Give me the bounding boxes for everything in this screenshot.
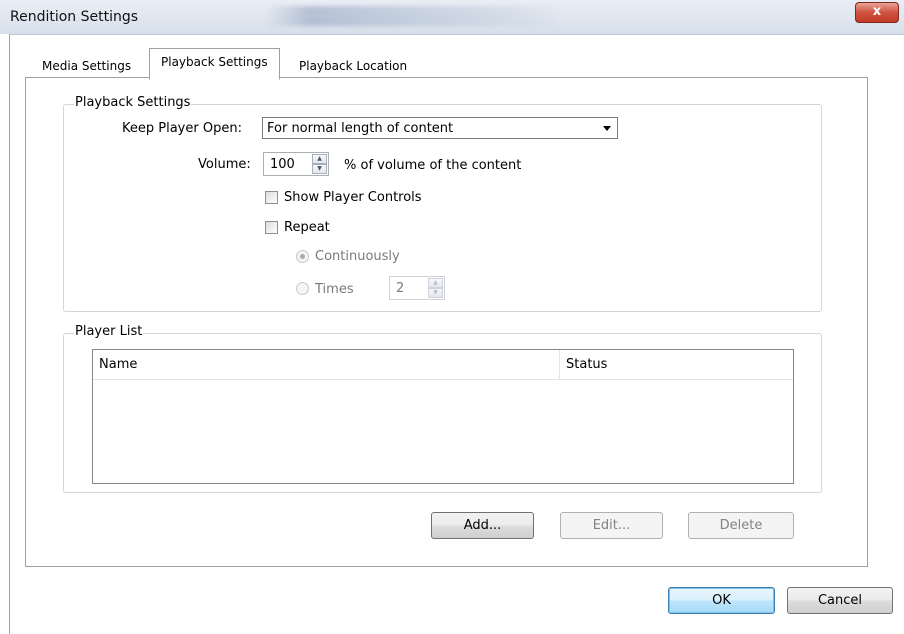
column-header-status[interactable]: Status (560, 350, 793, 379)
tab-media-settings[interactable]: Media Settings (30, 54, 143, 79)
volume-value: 100 (270, 157, 295, 172)
times-spin-buttons: ▲ ▼ (428, 278, 443, 298)
spin-down-icon[interactable]: ▼ (312, 164, 327, 174)
window-title: Rendition Settings (10, 9, 139, 25)
times-stepper[interactable]: 2 ▲ ▼ (389, 276, 445, 300)
times-radio[interactable] (296, 282, 309, 295)
tab-playback-location[interactable]: Playback Location (287, 54, 419, 79)
keep-player-open-dropdown[interactable]: For normal length of content (262, 117, 618, 139)
continuously-radio[interactable] (296, 250, 309, 263)
group-legend: Playback Settings (74, 95, 192, 110)
tab-label: Playback Location (299, 59, 408, 73)
tab-label: Media Settings (42, 59, 132, 73)
continuously-label: Continuously (315, 249, 400, 264)
repeat-label: Repeat (284, 220, 330, 235)
chevron-down-icon (603, 126, 611, 131)
volume-spin-buttons: ▲ ▼ (312, 154, 327, 174)
dropdown-value: For normal length of content (267, 121, 454, 136)
group-legend: Player List (74, 324, 144, 339)
close-icon: x (872, 4, 882, 19)
tab-playback-settings[interactable]: Playback Settings (149, 48, 280, 80)
ok-button[interactable]: OK (668, 587, 775, 614)
spin-down-icon[interactable]: ▼ (428, 288, 443, 298)
window-left-frame (0, 34, 10, 634)
spin-up-icon[interactable]: ▲ (312, 154, 327, 164)
volume-stepper[interactable]: 100 ▲ ▼ (263, 152, 329, 176)
show-player-controls-label: Show Player Controls (284, 190, 422, 205)
column-header-name[interactable]: Name (93, 350, 560, 379)
player-list-table[interactable]: Name Status (92, 349, 794, 484)
spin-up-icon[interactable]: ▲ (428, 278, 443, 288)
table-header: Name Status (93, 350, 793, 380)
show-player-controls-checkbox[interactable] (265, 191, 278, 204)
delete-button[interactable]: Delete (688, 512, 794, 539)
keep-player-open-label: Keep Player Open: (122, 121, 242, 136)
volume-suffix-label: % of volume of the content (344, 158, 522, 173)
times-label: Times (315, 282, 354, 297)
add-button[interactable]: Add... (431, 512, 534, 539)
volume-label: Volume: (198, 157, 251, 172)
times-value: 2 (396, 281, 405, 296)
close-button[interactable]: x (855, 2, 899, 23)
title-bar-blur (265, 6, 565, 26)
repeat-checkbox[interactable] (265, 221, 278, 234)
cancel-button[interactable]: Cancel (787, 587, 893, 614)
tab-label: Playback Settings (161, 55, 268, 69)
edit-button[interactable]: Edit... (560, 512, 663, 539)
title-bar: Rendition Settings x (0, 0, 904, 35)
